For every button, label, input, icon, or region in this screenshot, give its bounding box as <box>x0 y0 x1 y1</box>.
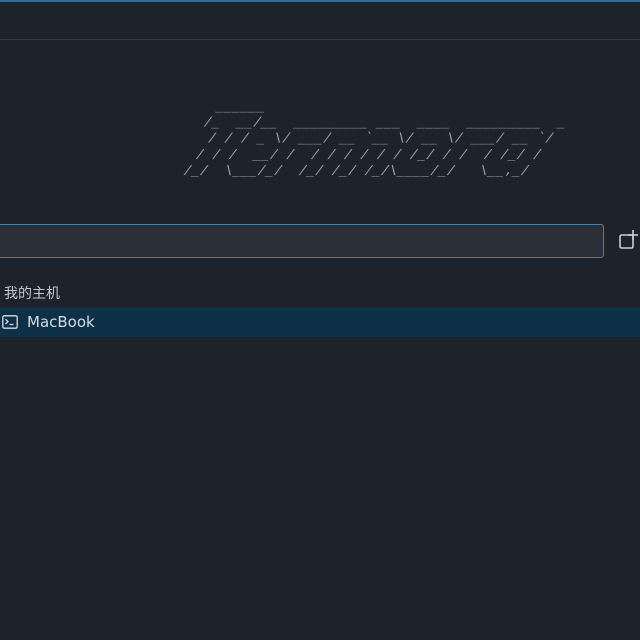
ascii-logo: ______ /_ __/__ _________ ___ ____ _____… <box>108 98 568 178</box>
new-tab-plus-icon <box>619 230 638 249</box>
top-accent-line <box>0 0 640 2</box>
header-divider <box>0 39 640 40</box>
search-input[interactable] <box>0 224 604 258</box>
host-group-label: 我的主机 <box>4 286 60 302</box>
host-label: MacBook <box>27 313 95 331</box>
new-tab-button[interactable] <box>616 227 640 255</box>
terminal-icon <box>2 315 18 329</box>
app-window: ______ /_ __/__ _________ ___ ____ _____… <box>0 0 640 640</box>
host-list-item-macbook[interactable]: MacBook <box>0 307 640 337</box>
